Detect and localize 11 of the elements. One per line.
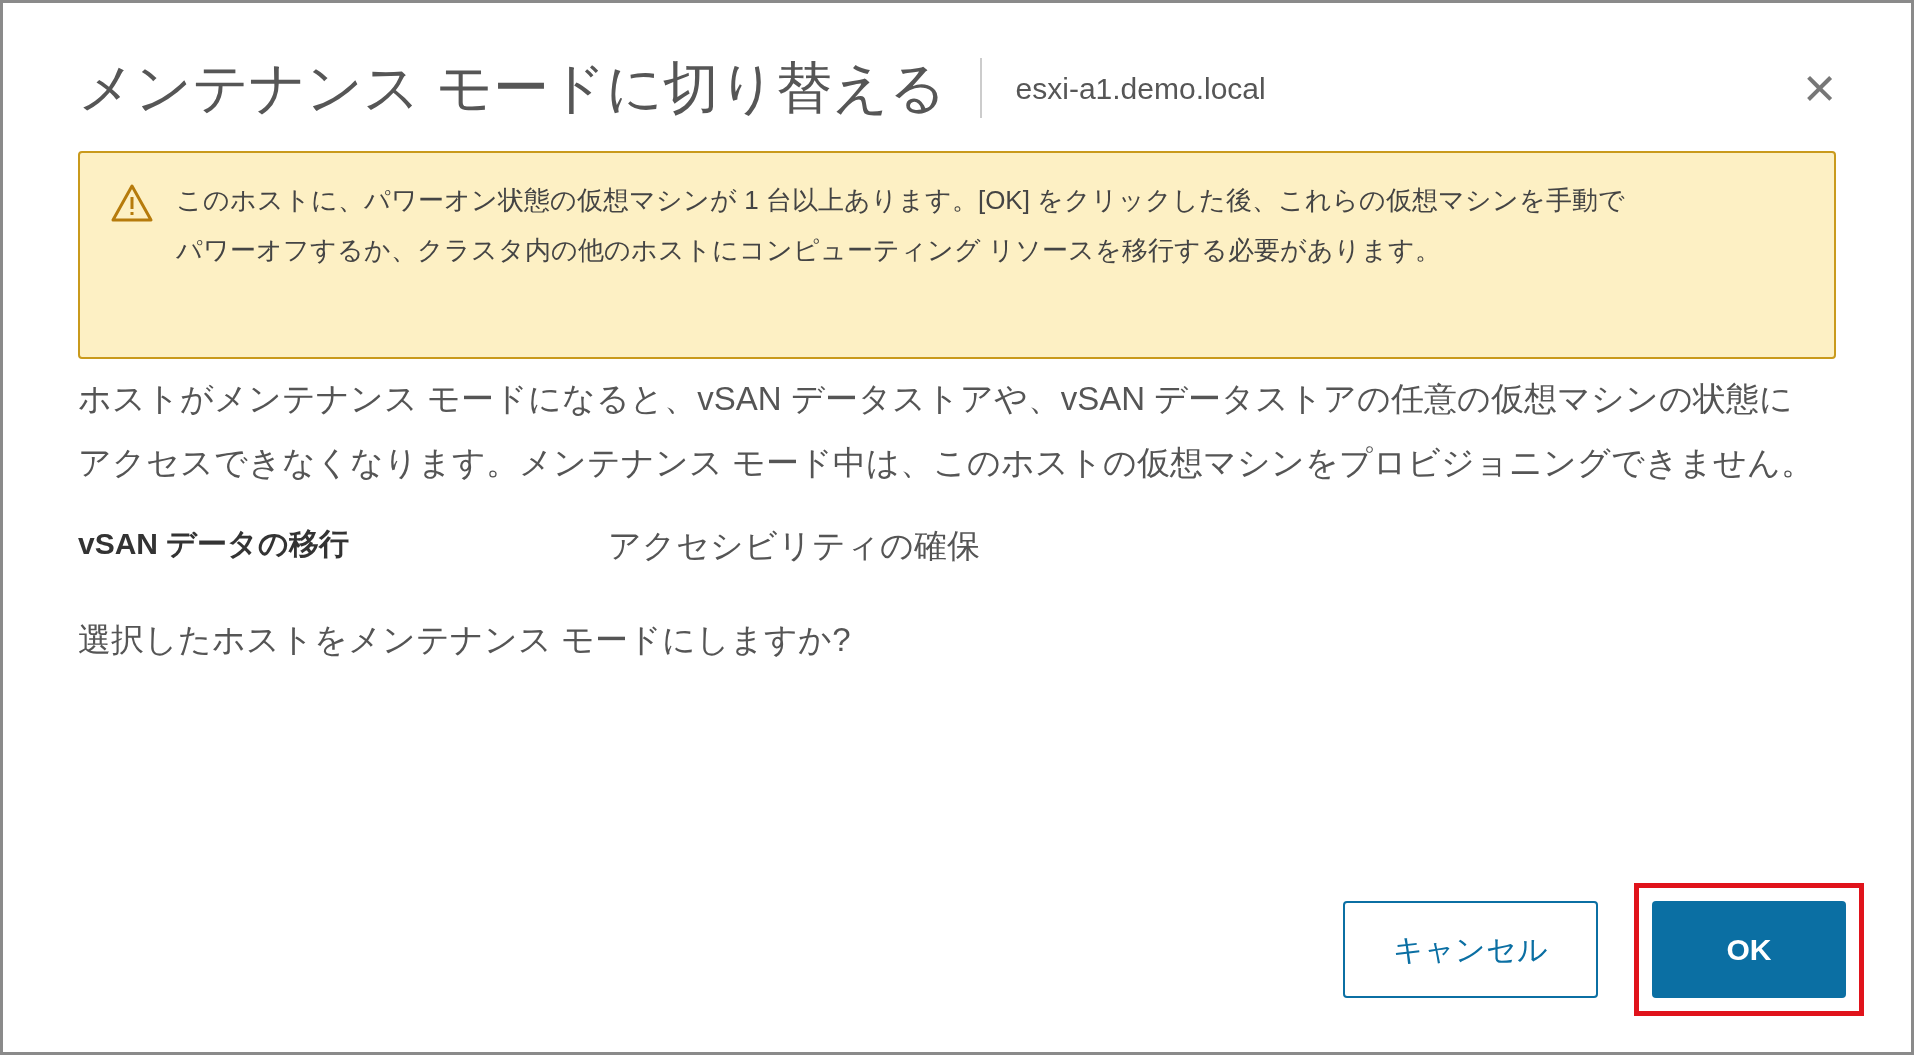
dialog-title: メンテナンス モードに切り替える [78,55,946,121]
ok-button[interactable]: OK [1652,901,1846,998]
description-text: ホストがメンテナンス モードになると、vSAN データストアや、vSAN データストアの任意の仮想マシンの状態にアクセスできなくなります。メンテナンス モード中は、このホストの仮想マシンをプロビジョニングできません。 [78,379,1816,483]
field-value: アクセシビリティの確保 [608,526,980,566]
cancel-button[interactable]: キャンセル [1343,901,1598,998]
warning-icon [110,183,154,223]
host-name: esxi-a1.demo.local [1015,70,1266,107]
confirmation-question: 選択したホストをメンテナンス モードにしますか? [78,619,852,660]
field-label: vSAN データの移行 [78,526,351,562]
warning-message: このホストに、パワーオン状態の仮想マシンが 1 台以上あります。[OK] をクリックした後、これらの仮想マシンを手動でパワーオフするか、クラスタ内の他のホストにコンピューティング リソースを移行する必要があります。 [176,184,1626,267]
close-button[interactable]: × [1803,60,1836,116]
